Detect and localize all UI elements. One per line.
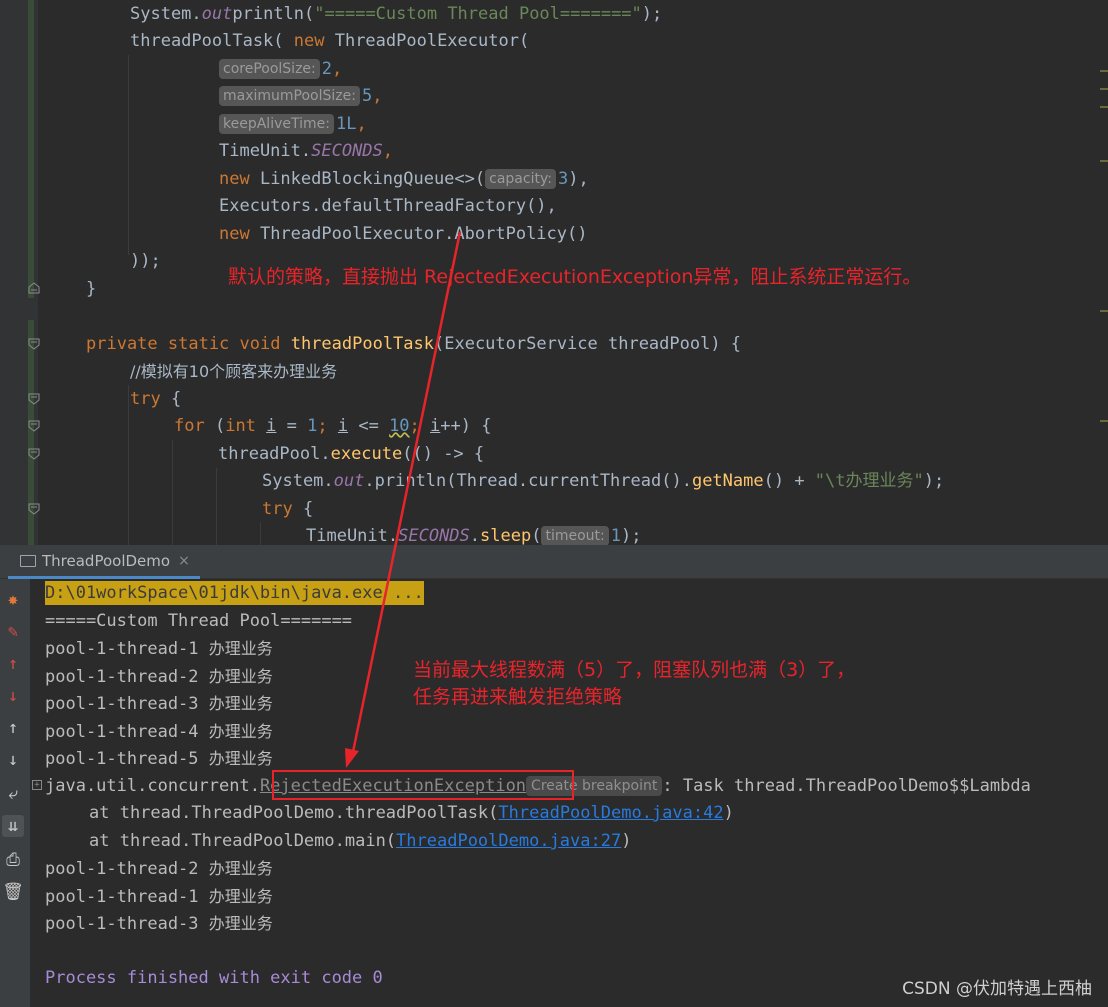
code-line[interactable]: threadPoolTask( new ThreadPoolExecutor( [130,28,529,55]
code-line[interactable]: } [86,276,96,303]
console-line: pool-1-thread-5 办理业务 [45,749,273,769]
scroll-to-end-icon[interactable]: ⇊ [2,815,24,837]
fold-icon[interactable] [28,282,40,294]
code-line[interactable]: threadPool.execute(() -> { [218,441,484,468]
fold-icon[interactable] [28,338,40,350]
annotation-policy: 默认的策略，直接抛出 RejectedExecutionException异常，… [228,266,922,288]
console-line: pool-1-thread-2 办理业务 [45,859,273,879]
code-line[interactable]: new ThreadPoolExecutor.AbortPolicy() [219,221,588,248]
edit-config-icon[interactable]: ✎ [2,621,24,643]
trash-icon[interactable]: 🗑 [2,881,24,903]
console-line-command: D:\01workSpace\01jdk\bin\java.exe ... [45,581,424,605]
console-line: pool-1-thread-3 办理业务 [45,694,273,714]
highlight-box [272,770,574,800]
arrow-down-icon[interactable]: ↓ [2,685,24,707]
param-hint: timeout: [541,526,609,545]
console-line-stack: at thread.ThreadPoolDemo.main(ThreadPool… [89,831,632,851]
console-line-exit: Process finished with exit code 0 [45,968,383,988]
vcs-change-marker[interactable] [28,0,34,298]
rerun-icon[interactable]: ✸ [2,589,24,611]
param-hint: keepAliveTime: [219,114,334,134]
console-line: pool-1-thread-1 办理业务 [45,887,273,907]
code-line[interactable]: )); [130,248,161,275]
tab-label: ThreadPoolDemo [42,551,171,570]
console-line-stack: at thread.ThreadPoolDemo.threadPoolTask(… [89,803,734,823]
code-line[interactable]: keepAliveTime: 1L, [219,111,367,138]
param-hint: maximumPoolSize: [219,86,360,106]
source-link[interactable]: ThreadPoolDemo.java:42 [498,803,723,823]
watermark: CSDN @伏加特遇上西柚 [902,979,1092,999]
code-line[interactable]: new LinkedBlockingQueue<>(capacity: 3), [219,166,589,193]
arrow-up-icon[interactable]: ↑ [2,653,24,675]
code-line[interactable]: System.out.println(Thread.currentThread(… [262,468,944,495]
code-line[interactable]: corePoolSize: 2, [219,56,342,83]
code-line[interactable]: System.outprintln("=====Custom Thread Po… [130,1,662,28]
console-icon [20,554,36,567]
console-line: pool-1-thread-1 办理业务 [45,639,273,659]
annotation-full-line1: 当前最大线程数满（5）了，阻塞队列也满（3）了， [413,659,856,681]
param-hint: corePoolSize: [219,59,320,79]
run-tab-bar: ThreadPoolDemo × [0,545,1108,579]
annotation-full-line2: 任务再进来触发拒绝策略 [413,686,623,708]
fold-icon[interactable] [28,503,40,515]
error-stripe[interactable] [1100,40,1108,540]
next-occurrence-icon[interactable]: ↓ [2,749,24,771]
soft-wrap-icon[interactable]: ⤶ [2,783,24,805]
console-line: pool-1-thread-2 办理业务 [45,667,273,687]
console-line: pool-1-thread-4 办理业务 [45,722,273,742]
editor-gutter[interactable] [0,0,40,545]
code-line[interactable]: for (int i = 1; i <= 10; i++) { [174,413,491,440]
run-toolbar: ✸ ✎ ↑ ↓ ↑ ↓ ⤶ ⇊ ⎙ 🗑 [0,579,30,1007]
code-line[interactable]: maximumPoolSize: 5, [219,83,382,110]
code-line[interactable]: Executors.defaultThreadFactory(), [219,193,557,220]
fold-icon[interactable] [28,393,40,405]
source-link[interactable]: ThreadPoolDemo.java:27 [396,831,621,851]
code-line[interactable]: TimeUnit.SECONDS, [219,138,393,165]
console-line: pool-1-thread-3 办理业务 [45,914,273,934]
param-hint: capacity: [485,169,556,189]
code-line[interactable]: //模拟有10个顾客来办理业务 [130,358,337,385]
code-line[interactable]: try { [262,496,313,523]
code-line[interactable]: TimeUnit.SECONDS.sleep(timeout: 1); [306,523,641,545]
close-icon[interactable]: × [178,553,190,569]
code-line[interactable]: private static void threadPoolTask(Execu… [86,331,741,358]
tab-threadpooldemo[interactable]: ThreadPoolDemo × [8,545,200,579]
expand-stacktrace-icon[interactable]: + [32,780,42,790]
fold-icon[interactable] [28,448,40,460]
console-line: =====Custom Thread Pool======= [45,611,353,631]
prev-occurrence-icon[interactable]: ↑ [2,717,24,739]
print-icon[interactable]: ⎙ [2,849,24,871]
fold-icon[interactable] [28,420,40,432]
code-line[interactable]: try { [130,386,181,413]
